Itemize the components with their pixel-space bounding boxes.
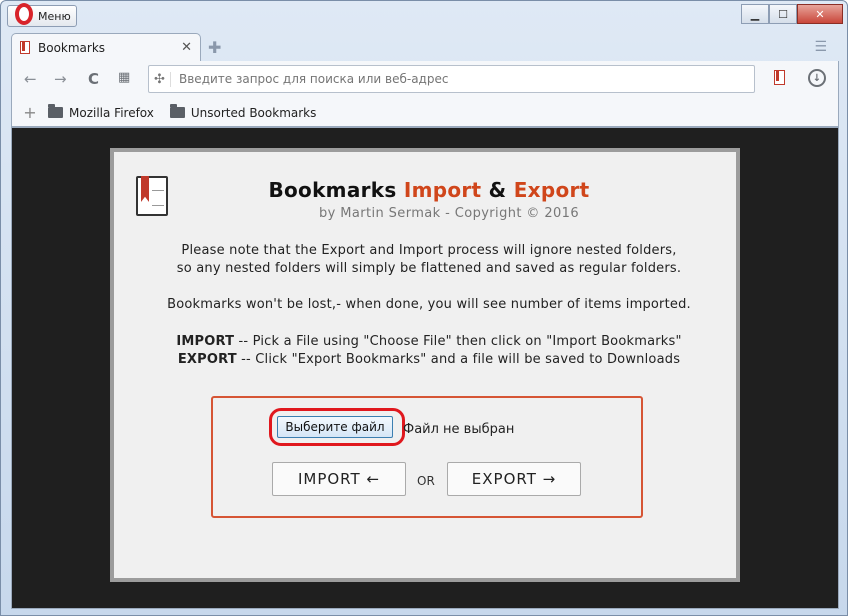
page-subtitle: by Martin Sermak - Copyright © 2016: [318, 206, 580, 221]
or-label: OR: [417, 474, 435, 488]
note-line-2: so any nested folders will simply be fla…: [176, 261, 682, 276]
bookmarks-extension-icon[interactable]: [774, 70, 785, 85]
bookmark-folder-label: Unsorted Bookmarks: [190, 105, 317, 120]
reload-icon[interactable]: C: [88, 70, 99, 88]
import-instruction: IMPORT -- Pick a File using "Choose File…: [114, 333, 744, 351]
download-icon[interactable]: ↓: [808, 69, 826, 87]
tab-close-icon[interactable]: ✕: [181, 40, 192, 55]
export-instruction-text: -- Click "Export Bookmarks" and a file w…: [236, 352, 681, 367]
opera-logo-icon: [15, 3, 33, 25]
maximize-button[interactable]: ☐: [769, 4, 797, 24]
bookmark-folder-unsorted[interactable]: Unsorted Bookmarks: [169, 104, 317, 120]
extension-puzzle-icon: ✣: [149, 71, 171, 87]
title-text: Bookmarks: [268, 178, 404, 202]
export-instruction: EXPORT -- Click "Export Bookmarks" and a…: [114, 351, 744, 369]
browser-window: Меню ▁ ☐ ✕ Bookmarks ✕ ✚ ☰ ← → C ▦ ✣ ↓ +…: [0, 0, 848, 616]
address-input[interactable]: [179, 72, 739, 86]
tab-bookmarks[interactable]: Bookmarks ✕: [11, 33, 201, 61]
import-button[interactable]: IMPORT ←: [272, 462, 406, 496]
import-instruction-text: -- Pick a File using "Choose File" then …: [234, 334, 682, 349]
new-tab-icon[interactable]: ✚: [208, 38, 221, 57]
title-export: Export: [513, 178, 590, 202]
page-title: Bookmarks Import & Export: [114, 178, 744, 202]
speed-dial-icon[interactable]: ▦: [118, 70, 130, 85]
no-file-label: Файл не выбран: [403, 422, 515, 437]
folder-icon: [48, 104, 63, 118]
add-bookmark-icon[interactable]: +: [12, 103, 48, 122]
menu-label: Меню: [38, 9, 71, 23]
tab-title: Bookmarks: [38, 40, 106, 55]
minimize-button[interactable]: ▁: [741, 4, 769, 24]
choose-file-button[interactable]: Выберите файл: [277, 416, 393, 438]
note-line-3: Bookmarks won't be lost,- when done, you…: [167, 297, 691, 312]
opera-menu-button[interactable]: Меню: [7, 3, 77, 27]
bookmark-folder-label: Mozilla Firefox: [69, 105, 154, 120]
close-window-button[interactable]: ✕: [797, 4, 843, 24]
bookmark-folder-mozilla-firefox[interactable]: Mozilla Firefox: [48, 104, 154, 120]
export-keyword: EXPORT: [177, 352, 237, 367]
title-amp: &: [481, 178, 514, 202]
window-controls: ▁ ☐ ✕: [741, 4, 843, 24]
back-icon[interactable]: ←: [24, 70, 37, 88]
export-button[interactable]: EXPORT →: [447, 462, 581, 496]
navigation-toolbar: ← → C ▦ ✣ ↓: [11, 61, 839, 99]
extension-panel: Bookmarks Import & Export by Martin Serm…: [110, 148, 740, 582]
address-bar[interactable]: ✣: [148, 65, 755, 93]
bookmarks-bar: + Mozilla Firefox Unsorted Bookmarks: [11, 99, 839, 127]
title-import: Import: [403, 178, 482, 202]
note-line-1: Please note that the Export and Import p…: [181, 243, 677, 258]
tab-menu-icon[interactable]: ☰: [814, 39, 827, 55]
action-box: Выберите файл Файл не выбран IMPORT ← OR…: [211, 396, 643, 518]
import-keyword: IMPORT: [176, 334, 235, 349]
bookmark-favicon-icon: [20, 41, 30, 54]
page-content: Bookmarks Import & Export by Martin Serm…: [11, 127, 839, 609]
folder-icon: [169, 104, 185, 118]
forward-icon[interactable]: →: [54, 70, 67, 88]
